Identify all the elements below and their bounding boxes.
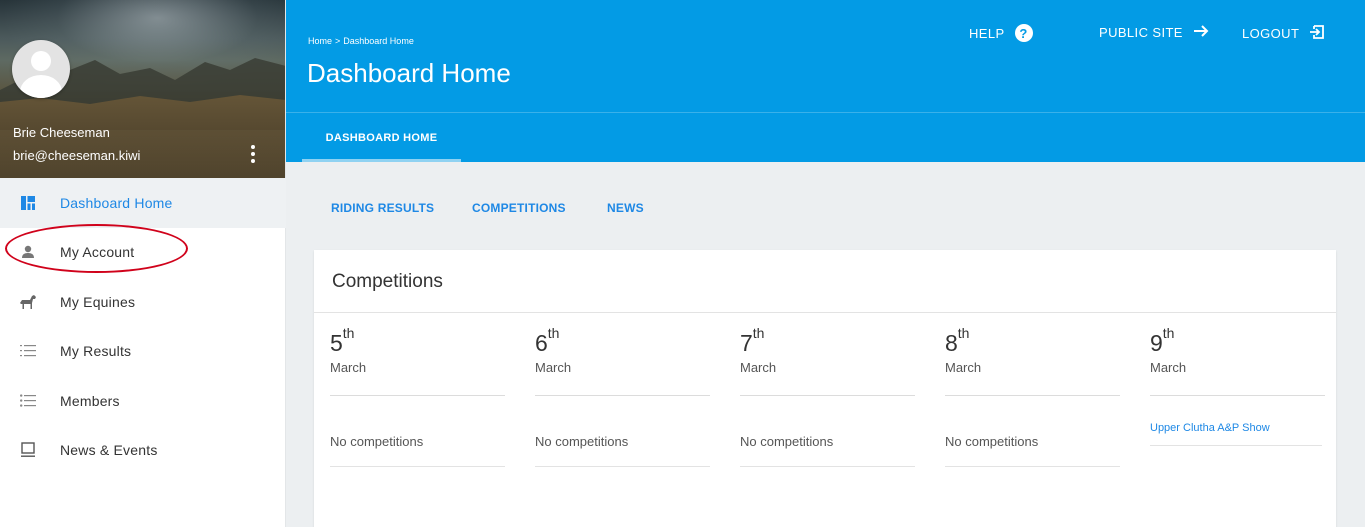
sidebar-nav: Dashboard Home My Account My Equines My … <box>0 178 286 475</box>
help-link[interactable]: HELP ? <box>969 24 1033 42</box>
help-label: HELP <box>969 25 1005 41</box>
status-divider <box>945 466 1120 467</box>
day-month: March <box>945 360 982 375</box>
day-divider <box>1150 395 1325 396</box>
day-month: March <box>1150 360 1187 375</box>
sidebar-item-news-events[interactable]: News & Events <box>0 426 286 476</box>
arrow-right-icon <box>1193 24 1209 41</box>
day-suffix: th <box>547 325 560 341</box>
sidebar-item-my-results[interactable]: My Results <box>0 327 286 377</box>
app-header: Home > Dashboard Home Dashboard Home HELP … <box>286 0 1365 162</box>
breadcrumb: Home > Dashboard Home <box>308 36 414 46</box>
subtab-competitions[interactable]: COMPETITIONS <box>472 201 566 215</box>
day-month: March <box>535 360 572 375</box>
day-value: 9 <box>1150 330 1163 356</box>
tab-label: DASHBOARD HOME <box>325 131 438 144</box>
competitions-card: Competitions 5th March No competitions 6… <box>314 250 1336 527</box>
sidebar: Brie Cheeseman brie@cheeseman.kiwi Dashb… <box>0 0 286 527</box>
help-icon: ? <box>1014 24 1033 42</box>
day-value: 7 <box>740 330 753 356</box>
sidebar-item-label: My Results <box>60 343 132 360</box>
day-divider <box>330 395 505 396</box>
more-vert-icon[interactable] <box>244 142 262 166</box>
day-status: No competitions <box>740 434 834 449</box>
sidebar-item-label: Dashboard Home <box>60 194 173 211</box>
horse-icon <box>18 292 38 312</box>
day-suffix: th <box>752 325 765 341</box>
sidebar-item-label: Members <box>60 392 120 409</box>
breadcrumb-separator: > <box>335 36 341 46</box>
sidebar-item-label: News & Events <box>60 442 158 459</box>
day-column: 6th March No competitions <box>535 325 710 467</box>
day-status: No competitions <box>945 434 1039 449</box>
day-column: 7th March No competitions <box>740 325 915 467</box>
day-value: 8 <box>945 330 958 356</box>
day-number: 7th <box>740 325 915 358</box>
day-divider <box>945 395 1120 396</box>
page-title: Dashboard Home <box>307 58 511 88</box>
day-column: 9th March Upper Clutha A&P Show <box>1150 325 1325 446</box>
breadcrumb-home-link[interactable]: Home <box>308 36 332 46</box>
day-status: No competitions <box>330 434 424 449</box>
person-icon <box>18 242 38 262</box>
logout-icon <box>1309 24 1325 43</box>
active-tab-indicator <box>302 159 461 162</box>
tab-dashboard-home[interactable]: DASHBOARD HOME <box>302 113 461 162</box>
day-number: 6th <box>535 325 710 358</box>
status-divider <box>330 466 505 467</box>
dashboard-icon <box>18 193 38 213</box>
user-email: brie@cheeseman.kiwi <box>13 148 141 163</box>
day-divider <box>535 395 710 396</box>
day-month: March <box>740 360 777 375</box>
day-column: 8th March No competitions <box>945 325 1120 467</box>
day-suffix: th <box>342 325 355 341</box>
monitor-icon <box>18 440 38 460</box>
profile-header: Brie Cheeseman brie@cheeseman.kiwi <box>0 0 285 178</box>
public-site-link[interactable]: PUBLIC SITE <box>1099 24 1209 41</box>
day-suffix: th <box>1162 325 1175 341</box>
sidebar-item-my-equines[interactable]: My Equines <box>0 277 286 327</box>
public-site-label: PUBLIC SITE <box>1099 25 1183 40</box>
sidebar-item-my-account[interactable]: My Account <box>0 228 286 278</box>
day-value: 6 <box>535 330 548 356</box>
status-divider <box>535 466 710 467</box>
bulleted-list-icon <box>18 391 38 411</box>
avatar <box>12 40 70 98</box>
day-month: March <box>330 360 367 375</box>
competition-link[interactable]: Upper Clutha A&P Show <box>1150 422 1270 434</box>
breadcrumb-current: Dashboard Home <box>343 36 414 46</box>
subtab-news[interactable]: NEWS <box>607 201 644 215</box>
day-number: 8th <box>945 325 1120 358</box>
logout-label: LOGOUT <box>1242 26 1300 41</box>
day-number: 5th <box>330 325 505 358</box>
card-divider <box>314 312 1336 313</box>
sidebar-item-label: My Equines <box>60 293 136 310</box>
status-divider <box>1150 445 1322 446</box>
sidebar-item-members[interactable]: Members <box>0 376 286 426</box>
day-number: 9th <box>1150 325 1325 358</box>
day-column: 5th March No competitions <box>330 325 505 467</box>
sidebar-item-label: My Account <box>60 244 135 261</box>
subtab-riding-results[interactable]: RIDING RESULTS <box>331 201 434 215</box>
day-value: 5 <box>330 330 343 356</box>
sidebar-item-dashboard-home[interactable]: Dashboard Home <box>0 178 286 228</box>
user-name: Brie Cheeseman <box>13 125 110 140</box>
status-divider <box>740 466 915 467</box>
day-divider <box>740 395 915 396</box>
day-status: No competitions <box>535 434 629 449</box>
logout-link[interactable]: LOGOUT <box>1242 24 1325 43</box>
numbered-list-icon <box>18 341 38 361</box>
card-title: Competitions <box>332 271 443 292</box>
day-suffix: th <box>957 325 970 341</box>
